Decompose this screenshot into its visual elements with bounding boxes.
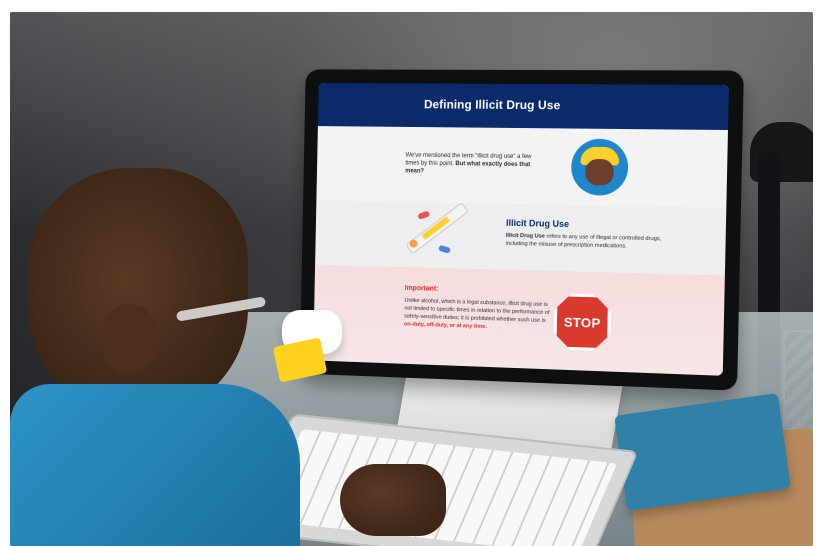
important-title: Important: <box>404 284 439 293</box>
stop-sign-text: STOP <box>563 314 601 331</box>
worker-face-icon <box>585 158 614 186</box>
section-intro: We've mentioned the term "illicit drug u… <box>316 126 728 208</box>
pill-icon <box>417 210 431 220</box>
person-hand <box>340 464 446 536</box>
important-text: Unlike alcohol, which is a legal substan… <box>404 297 552 334</box>
photo-frame: Defining Illicit Drug Use We've mentione… <box>10 12 813 546</box>
section-important: Important: Unlike alcohol, which is a le… <box>313 264 725 376</box>
person-shirt <box>10 384 300 546</box>
person-head <box>28 168 248 418</box>
screen-header: Defining Illicit Drug Use <box>317 83 729 131</box>
computer-monitor: Defining Illicit Drug Use We've mentione… <box>299 69 744 391</box>
screen-title: Defining Illicit Drug Use <box>423 97 561 113</box>
important-body: Unlike alcohol, which is a legal substan… <box>404 297 550 324</box>
definition-text: Illicit Drug Use refers to any use of il… <box>506 232 678 252</box>
definition-lead: Illicit Drug Use <box>505 232 545 240</box>
monitor-screen: Defining Illicit Drug Use We've mentione… <box>313 83 729 376</box>
definition-title: Illicit Drug Use <box>506 217 570 230</box>
important-emphasis: on-duty, off-duty, or at any time. <box>403 321 487 331</box>
section-definition: Illicit Drug Use Illicit Drug Use refers… <box>315 200 727 276</box>
stop-sign-icon: STOP <box>553 293 611 351</box>
capsule-icon <box>438 244 451 254</box>
person-ear <box>102 304 156 374</box>
intro-text: We've mentioned the term "illicit drug u… <box>405 152 543 178</box>
